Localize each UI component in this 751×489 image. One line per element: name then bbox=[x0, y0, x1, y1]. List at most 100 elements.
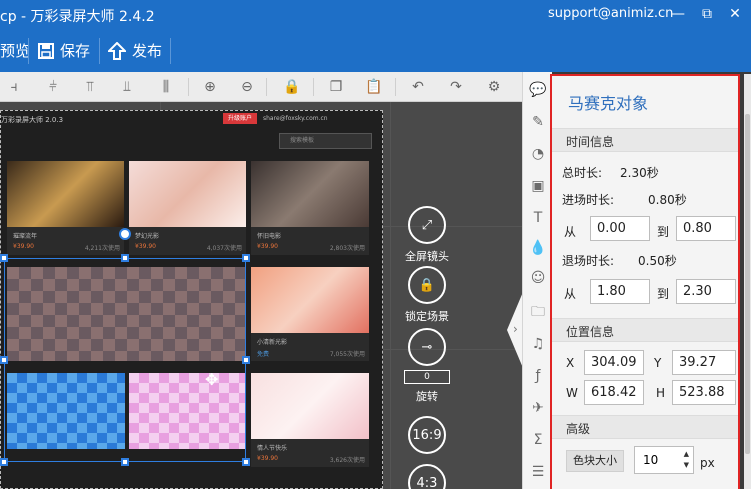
screenshot-search: 搜索模板 bbox=[279, 133, 372, 149]
x-input[interactable]: 304.09 bbox=[584, 350, 644, 375]
title-bar: cp - 万彩录屏大师 2.4.2 support@animiz.cn — ⧉ … bbox=[0, 0, 751, 30]
sigma-icon[interactable]: Σ bbox=[528, 430, 548, 450]
main-toolbar: 预览 保存 发布 bbox=[0, 30, 751, 72]
divider bbox=[266, 78, 267, 96]
folder-icon[interactable]: 🗀 bbox=[528, 302, 548, 322]
resize-handle[interactable] bbox=[0, 458, 8, 466]
exit-from-input[interactable]: 1.80 bbox=[590, 279, 650, 304]
image-icon[interactable]: ▣ bbox=[528, 176, 548, 196]
undo-icon[interactable]: ↶ bbox=[408, 77, 428, 97]
resize-handle[interactable] bbox=[242, 356, 250, 364]
enter-from-input[interactable]: 0.00 bbox=[590, 216, 650, 241]
y-input[interactable]: 39.27 bbox=[672, 350, 736, 375]
resize-handle[interactable] bbox=[0, 254, 8, 262]
tile-price: 免费 bbox=[257, 351, 270, 358]
pen-icon[interactable]: ✎ bbox=[528, 112, 548, 132]
zoom-in-icon[interactable]: ⊕ bbox=[200, 77, 220, 97]
tile-image bbox=[251, 161, 369, 227]
tile-caption: 小清新光影 bbox=[257, 339, 288, 346]
x-label: X bbox=[566, 356, 575, 370]
ratio-16-9-button[interactable]: 16:9 bbox=[400, 416, 454, 454]
layers-icon[interactable]: ☰ bbox=[528, 462, 548, 482]
ratio-4-3-button[interactable]: 4:3 bbox=[400, 464, 454, 489]
tile-image bbox=[7, 161, 124, 227]
divider bbox=[28, 38, 29, 64]
mosaic-selection[interactable] bbox=[4, 258, 246, 462]
enter-to-input[interactable]: 0.80 bbox=[676, 216, 736, 241]
character-icon[interactable]: ☺ bbox=[528, 268, 548, 288]
minimize-icon[interactable]: — bbox=[668, 4, 688, 24]
position-section-header: 位置信息 bbox=[552, 318, 738, 342]
divider bbox=[170, 38, 171, 64]
tile-caption: 梦幻光影 bbox=[135, 233, 160, 240]
screenshot-mail: share@foxsky.com.cn bbox=[263, 115, 328, 122]
redo-icon[interactable]: ↷ bbox=[446, 77, 466, 97]
drop-icon[interactable]: 💧 bbox=[528, 238, 548, 258]
advanced-section-label: 高级 bbox=[566, 422, 591, 436]
w-label: W bbox=[566, 386, 578, 400]
fullscreen-camera[interactable]: ⤢ 全屏镜头 bbox=[400, 206, 454, 264]
tile-image bbox=[129, 161, 246, 227]
rotate-control[interactable]: ⊸ 0 旋转 bbox=[400, 328, 454, 404]
fullscreen-icon: ⤢ bbox=[408, 206, 446, 244]
publish-button[interactable]: 发布 bbox=[108, 36, 162, 66]
chat-bubble-icon[interactable]: 💬 bbox=[528, 80, 548, 100]
align-top-icon[interactable]: ⫪ bbox=[80, 77, 100, 97]
align-center-icon[interactable]: ⫩ bbox=[43, 77, 63, 97]
tile-uses: 3,626次使用 bbox=[329, 457, 365, 464]
distribute-icon[interactable]: ⫼ bbox=[156, 77, 176, 97]
w-input[interactable]: 618.42 bbox=[584, 380, 644, 405]
save-button[interactable]: 保存 bbox=[38, 36, 90, 66]
tile-caption: 怀旧电影 bbox=[257, 233, 282, 240]
editor-canvas[interactable]: 万彩录屏大师 2.0.3 升级账户 share@foxsky.com.cn 搜索… bbox=[0, 102, 522, 489]
panel-scrollbar[interactable] bbox=[744, 74, 751, 489]
support-email[interactable]: support@animiz.cn bbox=[548, 6, 673, 21]
resize-handle[interactable] bbox=[0, 356, 8, 364]
stepper-arrows-icon[interactable]: ▲ ▼ bbox=[684, 449, 689, 471]
exit-to-label: 到 bbox=[657, 287, 670, 301]
exit-duration-label: 退场时长: bbox=[562, 254, 615, 268]
divider bbox=[99, 38, 100, 64]
align-bottom-icon[interactable]: ⫫ bbox=[117, 77, 137, 97]
lock-icon[interactable]: 🔒 bbox=[282, 77, 302, 97]
align-left-icon[interactable]: ⫞ bbox=[4, 77, 24, 97]
paste-icon[interactable]: 📋 bbox=[364, 77, 384, 97]
block-size-stepper[interactable]: 10 ▲ ▼ bbox=[634, 446, 694, 474]
enter-from-label: 从 bbox=[564, 225, 577, 239]
function-icon[interactable]: ƒ bbox=[528, 366, 548, 386]
tile-uses: 2,803次使用 bbox=[329, 245, 365, 252]
copy-icon[interactable]: ❐ bbox=[326, 77, 346, 97]
close-icon[interactable]: ✕ bbox=[725, 4, 745, 24]
block-size-label: 色块大小 bbox=[566, 450, 624, 472]
resize-handle[interactable] bbox=[121, 254, 129, 262]
resize-handle[interactable] bbox=[242, 254, 250, 262]
settings-icon[interactable]: ⚙ bbox=[484, 77, 504, 97]
resize-handle[interactable] bbox=[242, 458, 250, 466]
tile-image bbox=[251, 267, 369, 333]
resize-handle[interactable] bbox=[121, 458, 129, 466]
chevron-right-icon: › bbox=[513, 322, 518, 336]
tile-price: ¥39.90 bbox=[257, 455, 278, 462]
publish-label: 发布 bbox=[132, 42, 163, 60]
tile-price: ¥39.90 bbox=[13, 243, 34, 250]
text-icon[interactable]: T bbox=[528, 208, 548, 228]
rotate-handle[interactable] bbox=[119, 228, 131, 240]
lock-scene-label: 锁定场景 bbox=[405, 310, 449, 323]
time-section-label: 时间信息 bbox=[566, 135, 615, 149]
shapes-icon[interactable]: ◔ bbox=[528, 144, 548, 164]
music-icon[interactable]: ♫ bbox=[528, 334, 548, 354]
restore-icon[interactable]: ⧉ bbox=[697, 4, 717, 24]
tile-caption: 情人节快乐 bbox=[257, 445, 288, 452]
scrollbar-thumb[interactable] bbox=[745, 114, 750, 454]
rotate-value[interactable]: 0 bbox=[404, 370, 450, 384]
rotate-label: 旋转 bbox=[416, 390, 438, 403]
move-cursor-icon: ✥ bbox=[205, 370, 219, 389]
exit-duration-value: 0.50秒 bbox=[638, 254, 677, 268]
lock-scene[interactable]: 🔒 锁定场景 bbox=[400, 266, 454, 324]
preview-button[interactable]: 预览 bbox=[0, 36, 30, 66]
zoom-out-icon[interactable]: ⊖ bbox=[237, 77, 257, 97]
airplane-icon[interactable]: ✈ bbox=[528, 398, 548, 418]
enter-duration-value: 0.80秒 bbox=[648, 193, 687, 207]
h-input[interactable]: 523.88 bbox=[672, 380, 736, 405]
exit-to-input[interactable]: 2.30 bbox=[676, 279, 736, 304]
